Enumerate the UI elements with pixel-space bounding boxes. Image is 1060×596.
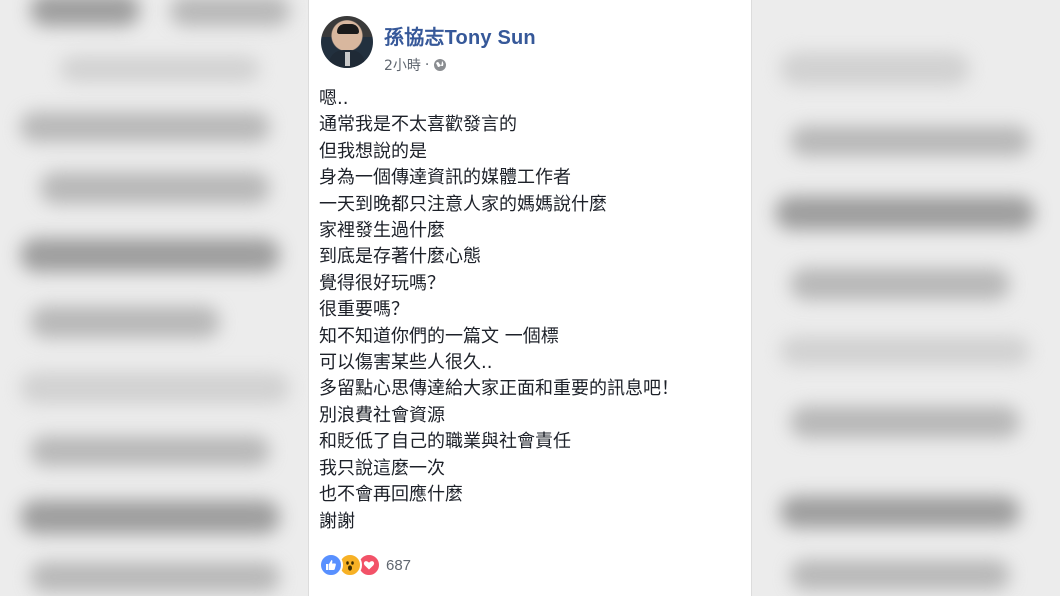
- post-line: 覺得很好玩嗎？: [319, 272, 445, 294]
- post-timestamp[interactable]: 2小時: [384, 55, 421, 75]
- like-icon[interactable]: [319, 553, 343, 577]
- post-header: 孫協志Tony Sun 2小時 ·: [321, 16, 536, 75]
- globe-icon[interactable]: [433, 58, 447, 72]
- avatar-tie: [345, 52, 350, 66]
- post-line: 嗯..: [319, 88, 349, 109]
- post-line: 可以傷害某些人很久..: [319, 352, 493, 374]
- facebook-post-card: 孫協志Tony Sun 2小時 · 嗯.. 通常我是不太喜歡發言的 但我想說的是身為…: [308, 0, 752, 596]
- reaction-count[interactable]: 687: [386, 557, 411, 574]
- post-line: 知不知道你們的一篇文 一個標: [319, 325, 559, 347]
- post-line: 和貶低了自己的職業與社會責任: [319, 431, 571, 453]
- post-line: 身為一個傳達資訊的媒體工作者: [319, 167, 571, 189]
- post-body: 嗯.. 通常我是不太喜歡發言的 但我想說的是身為一個傳達資訊的媒體工作者一天到晚都只…: [319, 86, 739, 535]
- reactions-bar[interactable]: 687: [319, 553, 411, 577]
- post-line: 一天到晚都只注意人家的媽媽說什麼: [319, 193, 607, 215]
- post-line: 家裡發生過什麼: [319, 220, 445, 242]
- post-line: 很重要嗎？: [319, 299, 409, 321]
- author-name[interactable]: 孫協志Tony Sun: [384, 21, 536, 50]
- avatar[interactable]: [321, 16, 373, 68]
- post-line: 到底是存著什麼心態: [319, 246, 481, 268]
- post-line: 謝謝: [319, 510, 355, 532]
- post-line: 但我想說的是: [319, 140, 427, 162]
- post-line: 別浪費社會資源: [319, 404, 445, 426]
- post-line: 我只說這麼一次: [319, 457, 445, 479]
- post-time-row: 2小時 ·: [384, 55, 536, 75]
- post-line: 通常我是不太喜歡發言的: [319, 114, 517, 136]
- post-meta: 孫協志Tony Sun 2小時 ·: [384, 21, 536, 75]
- post-line: 多留點心思傳達給大家正面和重要的訊息吧！: [319, 378, 679, 400]
- avatar-hair: [337, 24, 359, 34]
- meta-separator: ·: [424, 57, 430, 73]
- post-line: 也不會再回應什麼: [319, 484, 463, 506]
